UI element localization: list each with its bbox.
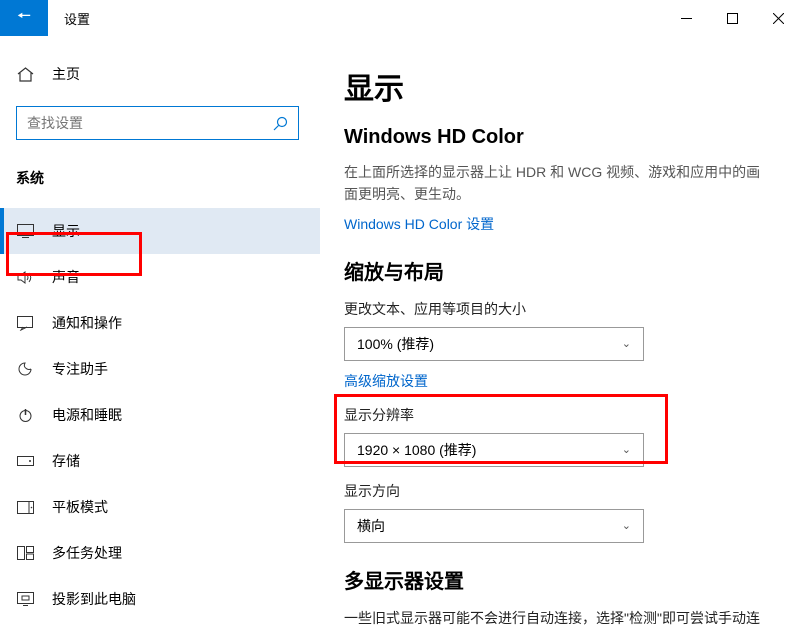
hd-color-desc: 在上面所选择的显示器上让 HDR 和 WCG 视频、游戏和应用中的画面更明亮、更… [344,161,771,206]
notification-icon [16,316,34,331]
orientation-label: 显示方向 [344,481,771,501]
multitask-icon [16,546,34,560]
hd-color-link[interactable]: Windows HD Color 设置 [344,214,771,234]
search-input-box[interactable] [16,106,299,140]
titlebar: 🠔 设置 [0,0,801,36]
sidebar-item-label: 多任务处理 [52,543,122,563]
resolution-label: 显示分辨率 [344,405,771,425]
sidebar-item-label: 专注助手 [52,359,108,379]
sidebar-item-storage[interactable]: 存储 [0,438,320,484]
sidebar-item-power[interactable]: 电源和睡眠 [0,392,320,438]
advanced-scale-link[interactable]: 高级缩放设置 [344,371,771,391]
page-title: 显示 [344,64,771,108]
minimize-icon [681,18,692,19]
orientation-dropdown[interactable]: 横向 ⌄ [344,509,644,543]
sidebar: 主页 系统 显示 声音 通知和操作 [0,36,320,635]
arrow-left-icon: 🠔 [17,5,31,32]
sidebar-item-project[interactable]: 投影到此电脑 [0,576,320,622]
maximize-icon [727,13,738,24]
close-icon [773,13,784,24]
sidebar-item-label: 投影到此电脑 [52,589,136,609]
minimize-button[interactable] [663,0,709,36]
project-icon [16,592,34,606]
sidebar-item-label: 平板模式 [52,497,108,517]
storage-icon [16,456,34,466]
main-panel: 显示 Windows HD Color 在上面所选择的显示器上让 HDR 和 W… [320,36,801,635]
tablet-icon [16,501,34,514]
multi-display-heading: 多显示器设置 [344,565,771,594]
sidebar-item-multitask[interactable]: 多任务处理 [0,530,320,576]
power-icon [16,408,34,423]
maximize-button[interactable] [709,0,755,36]
sidebar-item-notifications[interactable]: 通知和操作 [0,300,320,346]
sidebar-item-focus[interactable]: 专注助手 [0,346,320,392]
search-icon [273,116,288,131]
chevron-down-icon: ⌄ [622,337,631,350]
scale-heading: 缩放与布局 [344,256,771,285]
orientation-value: 横向 [357,516,385,536]
multi-display-desc: 一些旧式显示器可能不会进行自动连接，选择"检测"即可尝试手动连 [344,608,771,628]
sidebar-item-label: 存储 [52,451,80,471]
window-title: 设置 [64,9,90,28]
sidebar-item-tablet[interactable]: 平板模式 [0,484,320,530]
sidebar-item-sound[interactable]: 声音 [0,254,320,300]
sidebar-item-label: 声音 [52,267,80,287]
close-button[interactable] [755,0,801,36]
chevron-down-icon: ⌄ [622,443,631,456]
sidebar-item-label: 电源和睡眠 [52,405,122,425]
hd-color-heading: Windows HD Color [344,126,771,149]
sound-icon [16,270,34,285]
home-label: 主页 [52,64,80,84]
text-size-dropdown[interactable]: 100% (推荐) ⌄ [344,327,644,361]
display-icon [16,224,34,238]
back-button[interactable]: 🠔 [0,0,48,36]
category-label: 系统 [0,160,320,196]
sidebar-item-label: 通知和操作 [52,313,122,333]
sidebar-item-display[interactable]: 显示 [0,208,320,254]
window-controls [663,0,801,36]
text-size-value: 100% (推荐) [357,334,434,354]
search-input[interactable] [27,115,273,131]
sidebar-item-label: 显示 [52,221,80,241]
resolution-dropdown[interactable]: 1920 × 1080 (推荐) ⌄ [344,433,644,467]
home-link[interactable]: 主页 [0,56,320,92]
home-icon [16,67,34,82]
text-size-label: 更改文本、应用等项目的大小 [344,299,771,319]
resolution-value: 1920 × 1080 (推荐) [357,440,476,460]
chevron-down-icon: ⌄ [622,519,631,532]
focus-icon [16,361,34,377]
